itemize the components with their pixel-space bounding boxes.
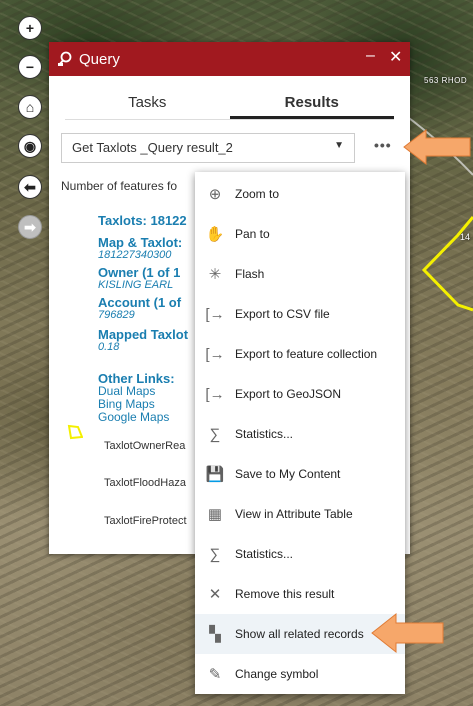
next-extent-button[interactable]: ➡ [18,215,42,239]
menu-item-label: Change symbol [235,667,319,681]
menu-item[interactable]: ⊕ Zoom to [195,174,405,214]
taxlots-title: Taxlots: 18122 [98,213,187,228]
panel-title: Query [79,50,120,68]
menu-item-label: Save to My Content [235,467,341,481]
menu-item[interactable]: ✕ Remove this result [195,574,405,614]
owner-field: Owner (1 of 1 KISLING EARL [98,266,180,292]
menu-item-label: Pan to [235,227,270,241]
menu-item[interactable]: [→ Export to feature collection [195,334,405,374]
map-taxlot-field: Map & Taxlot: 181227340300 [98,236,182,262]
chevron-down-icon: ▼ [334,140,344,151]
field-value: KISLING EARL [98,279,174,291]
export-icon: [→ [205,385,225,403]
table-icon: ▦ [207,506,223,523]
field-value: 181227340300 [98,249,172,261]
field-value: 0.18 [98,341,120,353]
export-icon: [→ [205,305,225,323]
mapped-taxlot-field: Mapped Taxlot 0.18 [98,328,188,354]
google-maps-link[interactable]: Google Maps [98,411,175,424]
menu-item-label: Export to GeoJSON [235,387,342,401]
account-field: Account (1 of 796829 [98,296,181,322]
features-count: Number of features fo [61,179,178,193]
zoom-in-button[interactable]: + [18,16,42,40]
menu-item-label: View in Attribute Table [235,507,353,521]
zoom-to-icon: ⊕ [208,186,222,203]
change-symbol-icon: ✎ [208,666,222,683]
arrow-annotation-related [371,612,444,654]
menu-item[interactable]: ▦ View in Attribute Table [195,494,405,534]
zoom-out-button[interactable]: − [18,55,42,79]
more-options-button[interactable]: ••• [374,137,392,153]
query-icon [58,51,72,66]
pan-to-icon: ✋ [205,226,225,243]
panel-tabs: Tasks Results [65,90,394,120]
locate-button[interactable]: ◉ [18,134,42,158]
field-label: Map & Taxlot: [98,235,183,250]
related-table-flood[interactable]: TaxlotFloodHaza [104,477,186,489]
related-records-icon: ▚ [209,626,221,643]
menu-item-label: Remove this result [235,587,335,601]
tab-results[interactable]: Results [229,90,394,119]
list-item[interactable]: Taxlots: 18122 [98,214,187,227]
menu-item[interactable]: [→ Export to CSV file [195,294,405,334]
minimize-button[interactable]: – [366,47,375,65]
statistics-icon: ∑ [209,425,221,443]
flash-icon: ✳ [208,266,222,283]
export-icon: [→ [205,345,225,363]
menu-item[interactable]: 💾 Save to My Content [195,454,405,494]
related-table-fire[interactable]: TaxlotFireProtect [104,515,187,527]
road-line [405,114,473,176]
menu-item[interactable]: ✋ Pan to [195,214,405,254]
field-label: Mapped Taxlot [98,327,189,342]
other-links-field: Other Links: Dual Maps Bing Maps Google … [98,372,175,424]
home-button[interactable]: ⌂ [18,95,42,119]
menu-item-label: Zoom to [235,187,280,201]
menu-item-label: Statistics... [235,547,294,561]
menu-item-label: Statistics... [235,427,294,441]
menu-item[interactable]: ∑ Statistics... [195,534,405,574]
menu-item-label: Show all related records [235,627,364,641]
close-icon: ✕ [208,586,222,603]
road-label: 563 RHOD [424,76,468,85]
tab-tasks[interactable]: Tasks [65,90,230,119]
field-value: 796829 [98,309,135,321]
save-icon: 💾 [205,466,225,483]
menu-item-label: Export to CSV file [235,307,330,321]
polygon-icon [67,424,83,440]
statistics-icon: ∑ [209,545,221,563]
menu-item[interactable]: [→ Export to GeoJSON [195,374,405,414]
field-label: Account (1 of [98,295,182,310]
menu-item[interactable]: ✳ Flash [195,254,405,294]
menu-item[interactable]: ✎ Change symbol [195,654,405,694]
related-table-owner[interactable]: TaxlotOwnerRea [104,440,185,452]
result-select-value: Get Taxlots _Query result_2 [72,140,233,155]
close-button[interactable]: ✕ [389,47,402,67]
menu-item-label: Export to feature collection [235,347,378,361]
field-label: Owner (1 of 1 [98,265,181,280]
previous-extent-button[interactable]: ⬅ [18,175,42,199]
menu-item-label: Flash [235,267,265,281]
panel-header[interactable]: Query – ✕ [49,42,410,76]
result-select[interactable]: Get Taxlots _Query result_2 ▼ [61,133,355,163]
menu-item[interactable]: ∑ Statistics... [195,414,405,454]
arrow-annotation-more [403,128,471,166]
